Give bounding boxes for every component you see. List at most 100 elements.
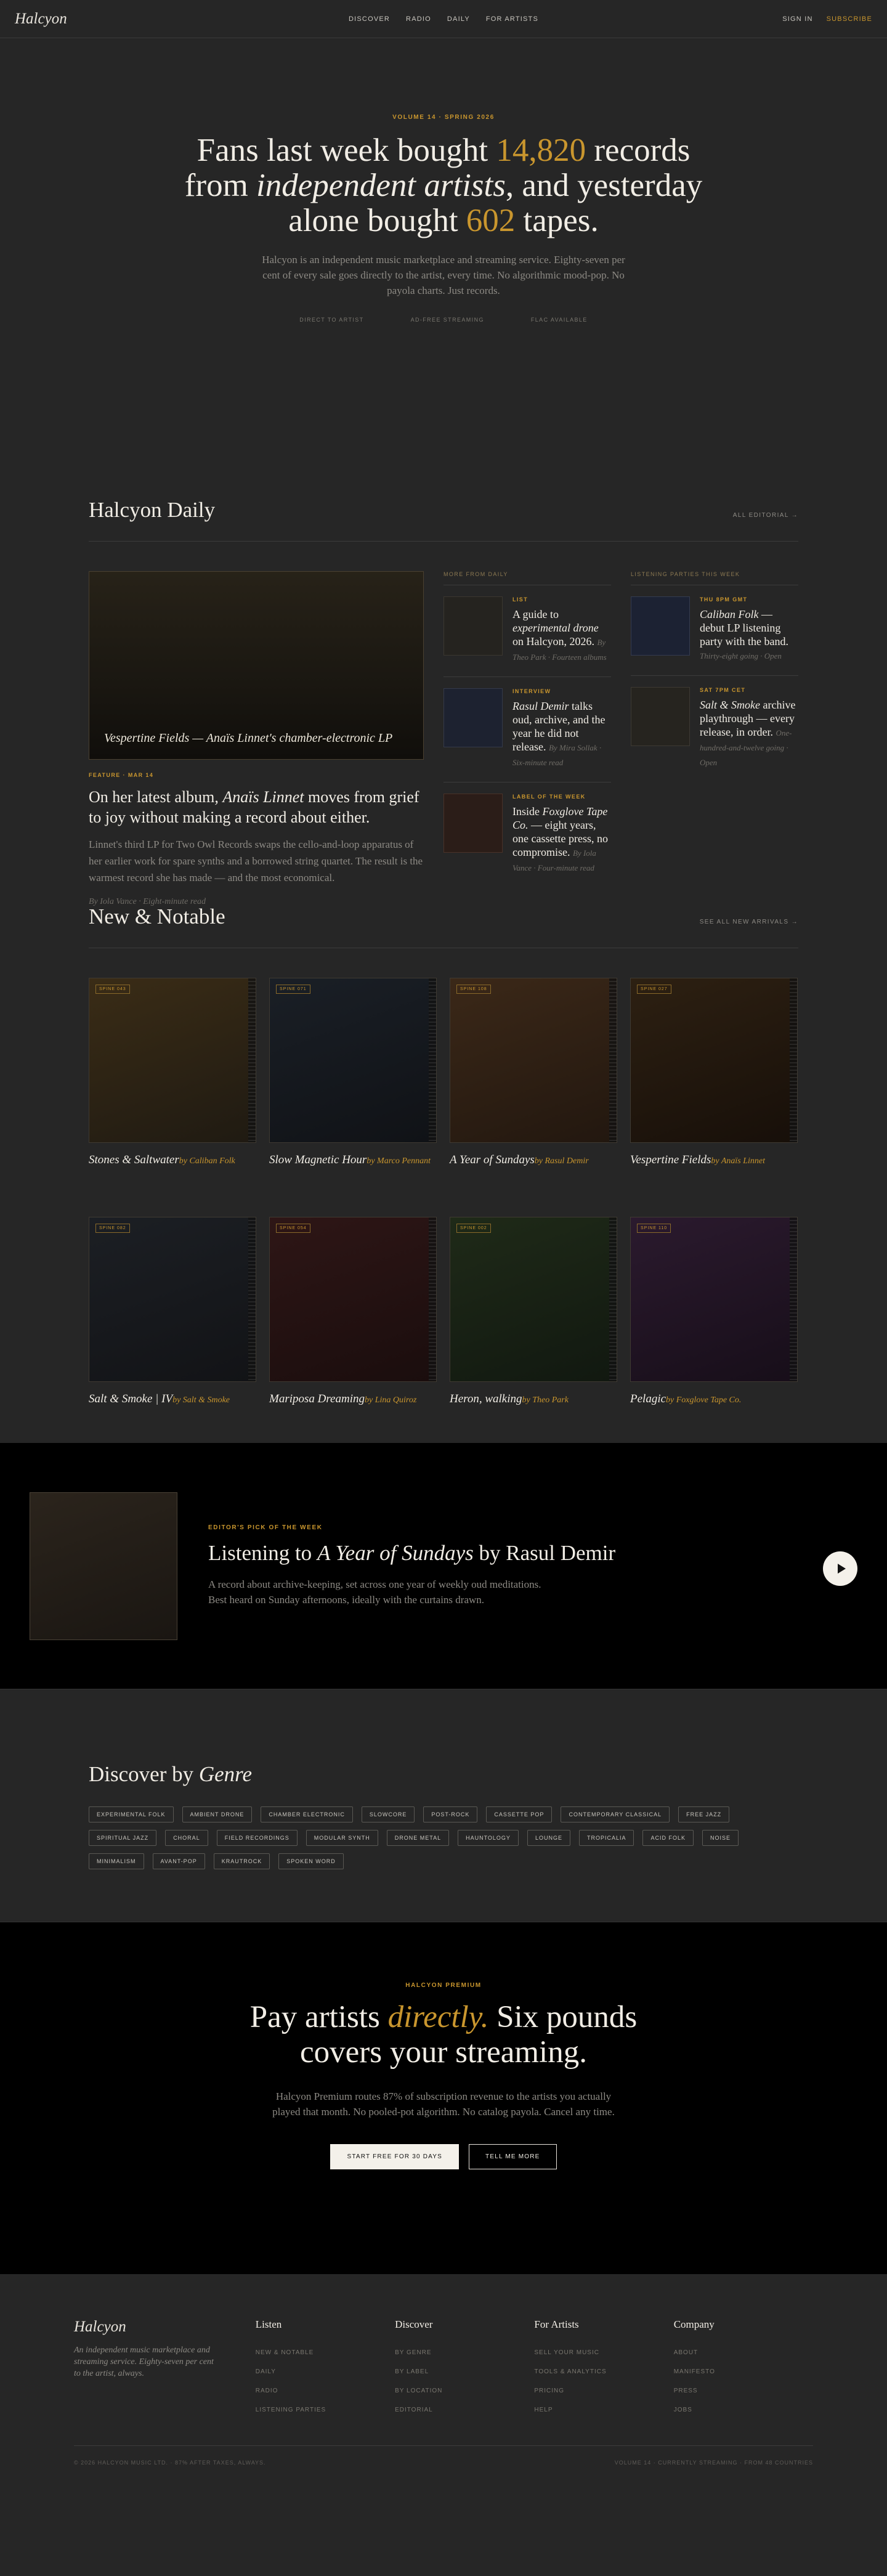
- album-cover[interactable]: SPINE 108: [450, 978, 617, 1143]
- album-cover[interactable]: SPINE 043: [89, 978, 256, 1143]
- record-card[interactable]: SPINE 054 Mariposa Dreamingby Lina Quiro…: [269, 1217, 437, 1408]
- genre-chip[interactable]: DRONE METAL: [386, 1830, 450, 1846]
- genre-chip[interactable]: CHORAL: [165, 1830, 208, 1846]
- pick-album-art[interactable]: [30, 1492, 177, 1640]
- footer-link[interactable]: NEW & NOTABLE: [256, 2349, 395, 2356]
- record-title[interactable]: Slow Magnetic Hourby Marco Pennant: [269, 1153, 437, 1169]
- feature-article[interactable]: Vespertine Fields — Anaïs Linnet's chamb…: [89, 571, 424, 907]
- footer-link[interactable]: PRICING: [534, 2387, 673, 2394]
- party-thumbnail[interactable]: [631, 596, 690, 656]
- record-title[interactable]: Heron, walkingby Theo Park: [450, 1392, 617, 1408]
- artist-link[interactable]: by Salt & Smoke: [172, 1396, 230, 1405]
- article-thumbnail[interactable]: [444, 596, 503, 656]
- record-title[interactable]: Pelagicby Foxglove Tape Co.: [630, 1392, 798, 1408]
- genre-chip[interactable]: ACID FOLK: [642, 1830, 694, 1846]
- genre-chip[interactable]: POST-ROCK: [423, 1806, 478, 1822]
- record-card[interactable]: SPINE 027 Vespertine Fieldsby Anaïs Linn…: [630, 978, 798, 1169]
- nav-radio[interactable]: RADIO: [406, 15, 431, 23]
- party-title[interactable]: Salt & Smoke archive playthrough — every…: [700, 698, 798, 770]
- list-item[interactable]: LIST A guide to experimental drone on Ha…: [444, 585, 611, 677]
- record-title[interactable]: Stones & Saltwaterby Caliban Folk: [89, 1153, 256, 1169]
- footer-link[interactable]: RADIO: [256, 2387, 395, 2394]
- genre-chip[interactable]: AMBIENT DRONE: [182, 1806, 253, 1822]
- footer-link[interactable]: LISTENING PARTIES: [256, 2407, 395, 2413]
- genre-chip[interactable]: HAUNTOLOGY: [458, 1830, 519, 1846]
- genre-chip[interactable]: EXPERIMENTAL FOLK: [89, 1806, 174, 1822]
- nav-for-artists[interactable]: FOR ARTISTS: [486, 15, 538, 23]
- artist-link[interactable]: by Anaïs Linnet: [711, 1156, 765, 1166]
- list-item[interactable]: SAT 7PM CET Salt & Smoke archive playthr…: [631, 676, 798, 782]
- feature-image[interactable]: Vespertine Fields — Anaïs Linnet's chamb…: [89, 571, 424, 760]
- feature-headline[interactable]: On her latest album, Anaïs Linnet moves …: [89, 787, 424, 827]
- genre-chip[interactable]: SLOWCORE: [361, 1806, 415, 1822]
- footer-link[interactable]: BY LOCATION: [395, 2387, 534, 2394]
- subscribe-link[interactable]: SUBSCRIBE: [827, 15, 872, 23]
- pick-title[interactable]: Listening to A Year of Sundays by Rasul …: [208, 1541, 615, 1566]
- item-title[interactable]: A guide to experimental drone on Halcyon…: [512, 607, 611, 664]
- artist-link[interactable]: by Lina Quiroz: [365, 1396, 416, 1405]
- genre-chip[interactable]: KRAUTROCK: [213, 1853, 270, 1869]
- album-cover[interactable]: SPINE 082: [89, 1217, 256, 1382]
- record-title[interactable]: A Year of Sundaysby Rasul Demir: [450, 1153, 617, 1169]
- artist-link[interactable]: by Foxglove Tape Co.: [666, 1396, 741, 1405]
- all-editorial-link[interactable]: ALL EDITORIAL →: [733, 512, 798, 522]
- record-title[interactable]: Salt & Smoke | IVby Salt & Smoke: [89, 1392, 256, 1408]
- logo[interactable]: Halcyon: [15, 10, 138, 28]
- album-cover[interactable]: SPINE 054: [269, 1217, 437, 1382]
- list-item[interactable]: THU 8PM GMT Caliban Folk — debut LP list…: [631, 585, 798, 676]
- record-card[interactable]: SPINE 071 Slow Magnetic Hourby Marco Pen…: [269, 978, 437, 1169]
- record-card[interactable]: SPINE 110 Pelagicby Foxglove Tape Co.: [630, 1217, 798, 1408]
- footer-link[interactable]: TOOLS & ANALYTICS: [534, 2368, 673, 2375]
- footer-link[interactable]: PRESS: [674, 2387, 813, 2394]
- genre-chip[interactable]: TROPICALIA: [578, 1830, 634, 1846]
- sign-in-link[interactable]: SIGN IN: [782, 15, 812, 23]
- album-cover[interactable]: SPINE 110: [630, 1217, 798, 1382]
- list-item[interactable]: INTERVIEW Rasul Demir talks oud, archive…: [444, 677, 611, 782]
- record-title[interactable]: Mariposa Dreamingby Lina Quiroz: [269, 1392, 437, 1408]
- artist-link[interactable]: by Marco Pennant: [367, 1156, 431, 1166]
- album-cover[interactable]: SPINE 002: [450, 1217, 617, 1382]
- genre-chip[interactable]: CHAMBER ELECTRONIC: [261, 1806, 353, 1822]
- party-thumbnail[interactable]: [631, 687, 690, 746]
- see-all-arrivals-link[interactable]: SEE ALL NEW ARRIVALS →: [700, 919, 798, 929]
- nav-daily[interactable]: DAILY: [447, 15, 470, 23]
- footer-link[interactable]: SELL YOUR MUSIC: [534, 2349, 673, 2356]
- nav-discover[interactable]: DISCOVER: [349, 15, 390, 23]
- album-cover[interactable]: SPINE 027: [630, 978, 798, 1143]
- genre-chip[interactable]: NOISE: [702, 1830, 739, 1846]
- record-card[interactable]: SPINE 043 Stones & Saltwaterby Caliban F…: [89, 978, 256, 1169]
- genre-chip[interactable]: MINIMALISM: [89, 1853, 144, 1869]
- item-title[interactable]: Rasul Demir talks oud, archive, and the …: [512, 699, 611, 770]
- footer-link[interactable]: ABOUT: [674, 2349, 813, 2356]
- genre-chip[interactable]: CASSETTE POP: [486, 1806, 553, 1822]
- footer-link[interactable]: HELP: [534, 2407, 673, 2413]
- record-card[interactable]: SPINE 082 Salt & Smoke | IVby Salt & Smo…: [89, 1217, 256, 1408]
- tell-me-more-button[interactable]: TELL ME MORE: [469, 2144, 557, 2169]
- record-title[interactable]: Vespertine Fieldsby Anaïs Linnet: [630, 1153, 798, 1169]
- album-cover[interactable]: SPINE 071: [269, 978, 437, 1143]
- genre-chip[interactable]: FIELD RECORDINGS: [216, 1830, 298, 1846]
- genre-chip[interactable]: SPOKEN WORD: [278, 1853, 344, 1869]
- footer-link[interactable]: MANIFESTO: [674, 2368, 813, 2375]
- artist-link[interactable]: by Theo Park: [522, 1396, 569, 1405]
- party-title[interactable]: Caliban Folk — debut LP listening party …: [700, 607, 798, 663]
- footer-logo[interactable]: Halcyon: [74, 2318, 256, 2336]
- start-trial-button[interactable]: START FREE FOR 30 DAYS: [330, 2144, 460, 2169]
- item-title[interactable]: Inside Foxglove Tape Co. — eight years, …: [512, 805, 611, 875]
- artist-link[interactable]: by Caliban Folk: [179, 1156, 235, 1166]
- genre-chip[interactable]: AVANT-POP: [152, 1853, 205, 1869]
- play-button[interactable]: [823, 1551, 857, 1586]
- artist-link[interactable]: by Rasul Demir: [535, 1156, 589, 1166]
- article-thumbnail[interactable]: [444, 688, 503, 747]
- genre-chip[interactable]: FREE JAZZ: [678, 1806, 730, 1822]
- footer-link[interactable]: DAILY: [256, 2368, 395, 2375]
- genre-chip[interactable]: MODULAR SYNTH: [306, 1830, 378, 1846]
- article-thumbnail[interactable]: [444, 794, 503, 853]
- genre-chip[interactable]: LOUNGE: [527, 1830, 570, 1846]
- footer-link[interactable]: EDITORIAL: [395, 2407, 534, 2413]
- record-card[interactable]: SPINE 108 A Year of Sundaysby Rasul Demi…: [450, 978, 617, 1169]
- genre-chip[interactable]: CONTEMPORARY CLASSICAL: [561, 1806, 670, 1822]
- footer-link[interactable]: BY GENRE: [395, 2349, 534, 2356]
- genre-chip[interactable]: SPIRITUAL JAZZ: [89, 1830, 157, 1846]
- footer-link[interactable]: JOBS: [674, 2407, 813, 2413]
